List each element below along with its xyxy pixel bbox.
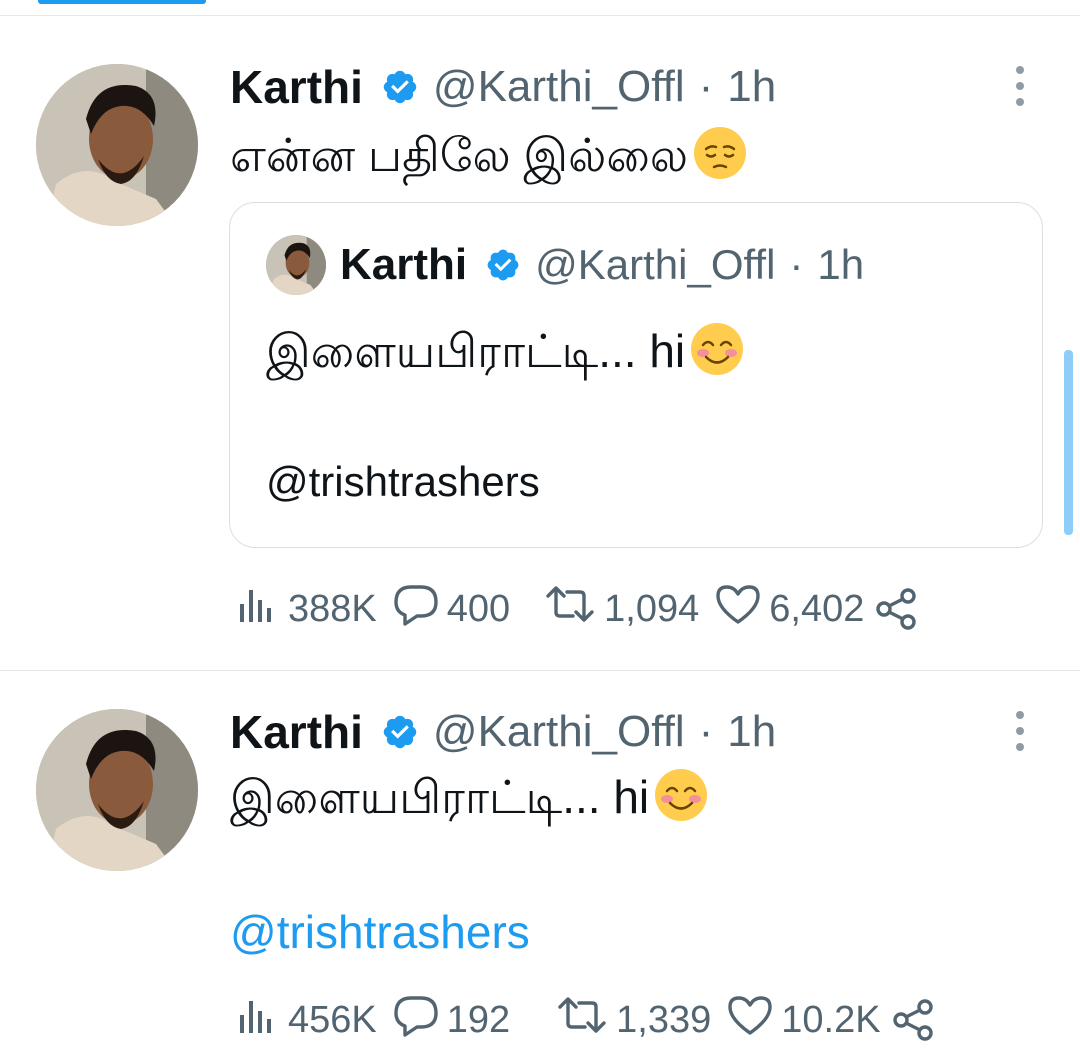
like-count: 10.2K [781,998,881,1041]
author-handle[interactable]: @Karthi_Offl [433,62,685,112]
quote-author-name[interactable]: Karthi [340,240,467,290]
timestamp[interactable]: 1h [727,62,776,112]
more-options-icon[interactable] [1014,711,1026,751]
pensive-face-icon [692,125,748,194]
quote-timestamp[interactable]: 1h [817,241,864,289]
author-name[interactable]: Karthi [230,60,363,114]
reply-icon [393,582,447,636]
like-button[interactable]: 10.2K [727,993,881,1047]
verified-badge-icon [381,713,419,751]
author-name[interactable]: Karthi [230,705,363,759]
tweet-text-content: இளையபிராட்டி... hi [230,771,650,823]
verified-badge-icon [485,247,521,283]
views-count: 388K [288,587,377,630]
reply-button[interactable]: 192 [393,993,510,1047]
reply-count: 192 [446,998,511,1041]
retweet-count: 1,094 [604,587,700,630]
tweet-text: இளையபிராட்டி... hi [230,767,709,836]
reply-count: 400 [446,587,511,630]
tweet-text: என்ன பதிலே இல்லை [230,125,748,194]
separator-dot: · [698,62,714,111]
timestamp[interactable]: 1h [727,707,776,757]
tweet[interactable]: Karthi @Karthi_Offl · 1h என்ன பதிலே இல்ல… [0,40,1080,671]
separator-dot: · [789,241,804,288]
retweet-button[interactable]: 1,094 [544,582,699,636]
reply-icon [393,993,447,1047]
quote-header: Karthi @Karthi_Offl · 1h [340,235,864,295]
like-count: 6,402 [769,587,865,630]
views-icon [236,993,288,1047]
quote-text-content: இளையபிராட்டி... hi [266,325,686,377]
retweet-icon [544,582,604,636]
heart-icon [727,993,781,1047]
avatar[interactable] [36,709,198,871]
separator-dot: · [698,707,714,756]
views-button[interactable]: 388K [236,582,377,636]
share-icon[interactable] [891,998,935,1042]
tweet-actions: 388K 400 1,094 6,402 [236,584,918,634]
smiling-face-with-smiling-eyes-icon [653,767,709,836]
mention-link[interactable]: @trishtrashers [230,903,530,961]
active-tab-indicator [38,0,206,4]
views-button[interactable]: 456K [236,993,377,1047]
quoted-tweet[interactable]: Karthi @Karthi_Offl · 1h இளையபிராட்டி...… [229,202,1043,548]
author-handle[interactable]: @Karthi_Offl [433,707,685,757]
retweet-button[interactable]: 1,339 [556,993,711,1047]
tweet[interactable]: Karthi @Karthi_Offl · 1h இளையபிராட்டி...… [0,685,1080,1058]
reply-button[interactable]: 400 [393,582,510,636]
share-icon[interactable] [874,587,918,631]
scrollbar-thumb[interactable] [1064,350,1073,535]
views-count: 456K [288,998,377,1041]
avatar[interactable] [36,64,198,226]
quote-avatar[interactable] [266,235,326,295]
retweet-icon [556,993,616,1047]
quote-text: இளையபிராட்டி... hi [266,321,745,390]
like-button[interactable]: 6,402 [715,582,864,636]
retweet-count: 1,339 [616,998,712,1041]
tweet-actions: 456K 192 1,339 10.2K [236,995,935,1045]
verified-badge-icon [381,68,419,106]
tweet-header: Karthi @Karthi_Offl · 1h [230,703,776,761]
heart-icon [715,582,769,636]
top-divider [0,15,1080,16]
quote-author-handle[interactable]: @Karthi_Offl [535,241,775,289]
tweet-text-content: என்ன பதிலே இல்லை [230,129,689,181]
more-options-icon[interactable] [1014,66,1026,106]
views-icon [236,582,288,636]
smiling-face-with-smiling-eyes-icon [689,321,745,390]
tweet-header: Karthi @Karthi_Offl · 1h [230,58,776,116]
quote-mention: @trishtrashers [266,458,540,505]
